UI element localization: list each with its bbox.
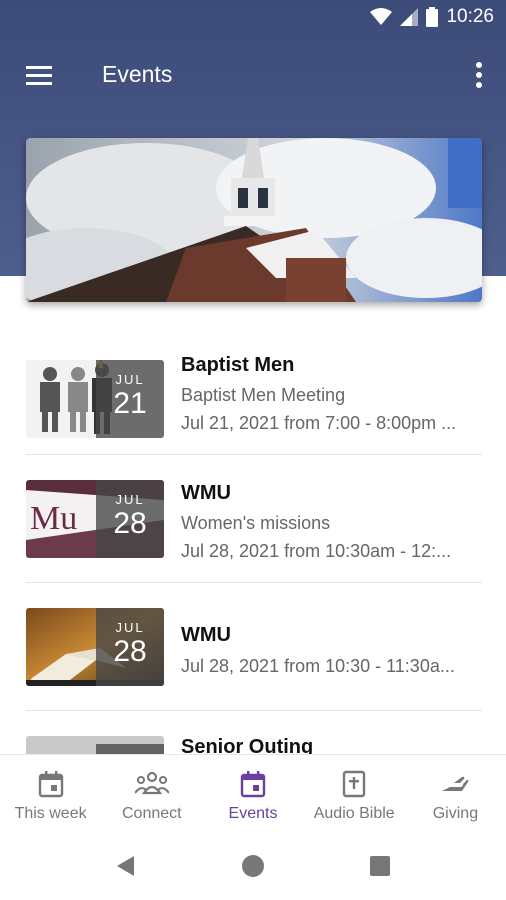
date-badge: [96, 744, 164, 754]
event-description: Baptist Men Meeting: [181, 385, 346, 405]
people-icon: [134, 771, 169, 795]
nav-label: Events: [228, 805, 278, 822]
event-title: WMU: [181, 624, 231, 646]
event-item[interactable]: Senior Outing: [26, 714, 482, 754]
date-day: 28: [113, 635, 147, 668]
system-navigation-bar: [0, 830, 506, 900]
recents-icon[interactable]: [368, 854, 392, 878]
nav-this-week[interactable]: This week: [0, 755, 101, 830]
nav-label: Giving: [432, 805, 479, 822]
event-thumbnail: JUL 21: [26, 360, 164, 438]
event-item[interactable]: Mu JUL 28 WMU Women's missions Jul 28, 2…: [26, 458, 482, 586]
nav-events[interactable]: Events: [202, 755, 303, 830]
status-icons: 10:26: [370, 6, 494, 28]
app-bar: Events: [0, 44, 506, 104]
event-datetime: Jul 28, 2021 from 10:30am - 12:...: [181, 541, 452, 561]
giving-hand-icon: [442, 776, 469, 791]
nav-label: This week: [14, 805, 87, 822]
event-title: Baptist Men: [181, 354, 295, 376]
nav-audio-bible[interactable]: Audio Bible: [304, 755, 405, 830]
nav-connect[interactable]: Connect: [101, 755, 202, 830]
date-badge: JUL 28: [96, 608, 164, 686]
wifi-icon: [370, 8, 393, 25]
bible-icon: [343, 770, 366, 798]
nav-label: Audio Bible: [313, 805, 395, 822]
event-thumbnail: JUL 28: [26, 608, 164, 686]
nav-label: Connect: [122, 805, 182, 822]
divider: [26, 582, 482, 583]
event-datetime: Jul 28, 2021 from 10:30 - 11:30a...: [181, 656, 455, 676]
calendar-icon: [240, 771, 266, 798]
event-title: WMU: [181, 482, 231, 504]
events-list: JUL 21 Baptist Men Baptist Men Meeting J…: [0, 330, 506, 754]
date-month: JUL: [115, 620, 145, 635]
status-bar: 10:26: [0, 0, 506, 36]
date-badge: JUL 28: [96, 480, 164, 558]
more-options-icon[interactable]: [472, 60, 486, 90]
event-title: Senior Outing: [181, 736, 314, 754]
event-thumbnail: [26, 736, 164, 754]
status-time: 10:26: [446, 6, 494, 27]
back-icon[interactable]: [114, 854, 138, 878]
divider: [26, 454, 482, 455]
page-title: Events: [102, 61, 173, 87]
signal-icon: [400, 8, 419, 26]
wmu-logo-text: Mu: [30, 500, 78, 537]
event-item[interactable]: JUL 28 WMU Jul 28, 2021 from 10:30 - 11:…: [26, 586, 482, 714]
nav-giving[interactable]: Giving: [405, 755, 506, 830]
home-icon[interactable]: [241, 854, 265, 878]
event-thumbnail: Mu JUL 28: [26, 480, 164, 558]
date-day: 21: [113, 387, 147, 420]
bottom-navigation: This week Connect Events Audio Bible Giv…: [0, 754, 506, 830]
date-month: JUL: [115, 372, 145, 387]
date-month: JUL: [115, 492, 145, 507]
date-badge: JUL 21: [96, 360, 164, 438]
menu-icon[interactable]: [24, 60, 54, 90]
calendar-icon: [38, 771, 63, 798]
divider: [26, 710, 482, 711]
hero-image-church: [26, 138, 482, 302]
event-datetime: Jul 21, 2021 from 7:00 - 8:00pm ...: [181, 413, 457, 433]
battery-icon: [426, 7, 439, 27]
event-description: Women's missions: [181, 513, 331, 533]
date-day: 28: [113, 507, 147, 540]
event-item[interactable]: JUL 21 Baptist Men Baptist Men Meeting J…: [26, 330, 482, 458]
